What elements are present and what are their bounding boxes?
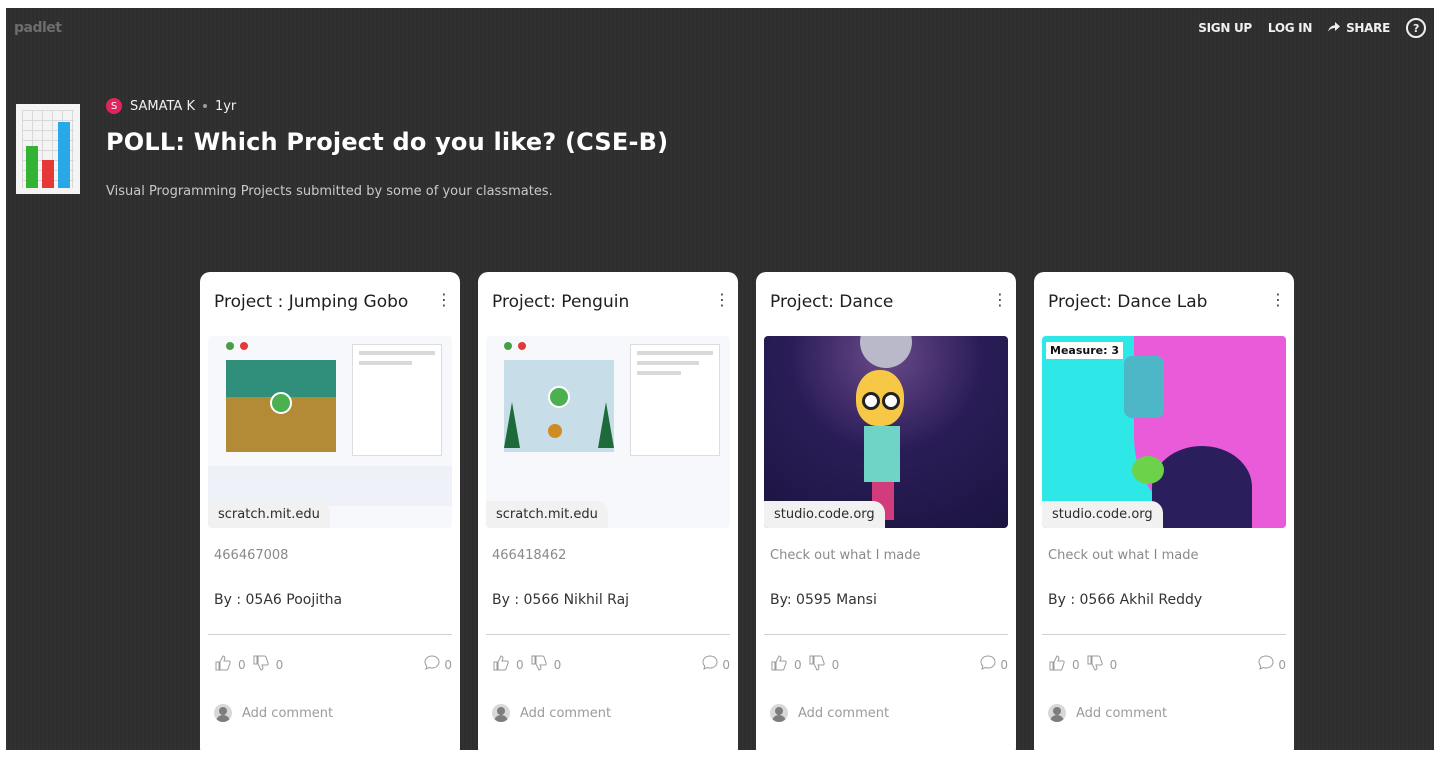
card-author: By: 0595 Mansi bbox=[770, 592, 877, 608]
kebab-icon[interactable]: ⋮ bbox=[436, 290, 452, 309]
comment-icon bbox=[701, 654, 719, 675]
avatar-icon bbox=[1048, 704, 1066, 722]
card-description: Check out what I made bbox=[770, 548, 921, 563]
page-subtitle: Visual Programming Projects submitted by… bbox=[106, 184, 553, 199]
help-icon[interactable]: ? bbox=[1406, 18, 1426, 38]
divider bbox=[486, 634, 730, 635]
reactions: 0 0 bbox=[492, 654, 561, 675]
card-description: 466467008 bbox=[214, 548, 289, 563]
card-title: Project: Dance bbox=[770, 292, 894, 312]
thumbs-up-icon[interactable] bbox=[1048, 654, 1066, 675]
dislikes-count: 0 bbox=[831, 657, 840, 672]
thumbs-up-icon[interactable] bbox=[214, 654, 232, 675]
link-preview[interactable]: studio.code.org bbox=[764, 336, 1008, 528]
link-domain: scratch.mit.edu bbox=[208, 501, 330, 528]
avatar-icon bbox=[492, 704, 510, 722]
avatar-icon bbox=[214, 704, 232, 722]
link-domain: scratch.mit.edu bbox=[486, 501, 608, 528]
link-domain: studio.code.org bbox=[764, 501, 885, 528]
add-comment-label: Add comment bbox=[798, 705, 890, 721]
card-title: Project: Penguin bbox=[492, 292, 630, 312]
post-card[interactable]: Project: Dance ⋮ studio.code.org Check o… bbox=[756, 272, 1016, 750]
page-title: POLL: Which Project do you like? (CSE-B) bbox=[106, 128, 669, 156]
comments-count: 0 bbox=[1278, 657, 1286, 672]
board-thumbnail bbox=[16, 104, 80, 194]
reactions: 0 0 bbox=[214, 654, 283, 675]
likes-count: 0 bbox=[238, 657, 246, 672]
comments-count: 0 bbox=[722, 657, 730, 672]
padlet-board: padlet SIGN UP LOG IN SHARE ? S SAMATA K… bbox=[6, 8, 1434, 750]
card-author: By : 0566 Nikhil Raj bbox=[492, 592, 630, 608]
thumbs-up-icon[interactable] bbox=[770, 654, 788, 675]
measure-label: Measure: 3 bbox=[1046, 342, 1123, 359]
share-label: SHARE bbox=[1346, 21, 1390, 35]
thumbs-down-icon[interactable] bbox=[252, 654, 270, 675]
post-card[interactable]: Project: Dance Lab ⋮ Measure: 3 studio.c… bbox=[1034, 272, 1294, 750]
avatar-icon bbox=[770, 704, 788, 722]
author-avatar: S bbox=[106, 98, 122, 114]
likes-count: 0 bbox=[516, 657, 524, 672]
comment-icon bbox=[1257, 654, 1275, 675]
add-comment-button[interactable]: Add comment bbox=[214, 704, 333, 722]
divider bbox=[208, 634, 452, 635]
add-comment-label: Add comment bbox=[242, 705, 334, 721]
add-comment-button[interactable]: Add comment bbox=[1048, 704, 1167, 722]
separator-dot bbox=[202, 104, 207, 108]
likes-count: 0 bbox=[794, 657, 802, 672]
card-author: By : 0566 Akhil Reddy bbox=[1048, 592, 1203, 608]
card-description: Check out what I made bbox=[1048, 548, 1199, 563]
likes-count: 0 bbox=[1072, 657, 1080, 672]
kebab-icon[interactable]: ⋮ bbox=[992, 290, 1008, 309]
thumbs-down-icon[interactable] bbox=[808, 654, 826, 675]
thumbs-up-icon[interactable] bbox=[492, 654, 510, 675]
comments-count: 0 bbox=[1000, 657, 1008, 672]
card-title: Project: Dance Lab bbox=[1048, 292, 1208, 312]
comments-count-wrap[interactable]: 0 bbox=[701, 654, 730, 675]
thumbs-down-icon[interactable] bbox=[1086, 654, 1104, 675]
top-bar: padlet SIGN UP LOG IN SHARE ? bbox=[6, 8, 1434, 48]
card-title: Project : Jumping Gobo bbox=[214, 292, 409, 312]
author-name[interactable]: SAMATA K bbox=[130, 99, 195, 114]
signup-link[interactable]: SIGN UP bbox=[1198, 21, 1252, 35]
reactions: 0 0 bbox=[1048, 654, 1117, 675]
link-preview[interactable]: Measure: 3 studio.code.org bbox=[1042, 336, 1286, 528]
card-description: 466418462 bbox=[492, 548, 567, 563]
divider bbox=[764, 634, 1008, 635]
post-age: 1yr bbox=[214, 98, 237, 114]
comment-icon bbox=[423, 654, 441, 675]
add-comment-label: Add comment bbox=[520, 705, 612, 721]
share-button[interactable]: SHARE bbox=[1328, 21, 1390, 35]
padlet-logo[interactable]: padlet bbox=[14, 20, 62, 36]
comments-count-wrap[interactable]: 0 bbox=[423, 654, 452, 675]
post-meta: S SAMATA K 1yr bbox=[106, 98, 236, 114]
card-author: By : 05A6 Poojitha bbox=[214, 592, 343, 608]
comments-count: 0 bbox=[444, 657, 452, 672]
comments-count-wrap[interactable]: 0 bbox=[979, 654, 1008, 675]
divider bbox=[1042, 634, 1286, 635]
thumbs-down-icon[interactable] bbox=[530, 654, 548, 675]
add-comment-button[interactable]: Add comment bbox=[492, 704, 611, 722]
top-actions: SIGN UP LOG IN SHARE ? bbox=[1198, 18, 1426, 38]
link-preview[interactable]: scratch.mit.edu bbox=[208, 336, 452, 528]
kebab-icon[interactable]: ⋮ bbox=[1270, 290, 1286, 309]
dislikes-count: 0 bbox=[275, 657, 284, 672]
link-domain: studio.code.org bbox=[1042, 501, 1163, 528]
dislikes-count: 0 bbox=[553, 657, 562, 672]
add-comment-button[interactable]: Add comment bbox=[770, 704, 889, 722]
login-link[interactable]: LOG IN bbox=[1268, 21, 1312, 35]
share-icon bbox=[1328, 21, 1341, 35]
post-card[interactable]: Project : Jumping Gobo ⋮ scratch.mit.edu… bbox=[200, 272, 460, 750]
post-card[interactable]: Project: Penguin ⋮ scratch.mit.edu 46641… bbox=[478, 272, 738, 750]
reactions: 0 0 bbox=[770, 654, 839, 675]
add-comment-label: Add comment bbox=[1076, 705, 1168, 721]
dislikes-count: 0 bbox=[1109, 657, 1118, 672]
comment-icon bbox=[979, 654, 997, 675]
link-preview[interactable]: scratch.mit.edu bbox=[486, 336, 730, 528]
comments-count-wrap[interactable]: 0 bbox=[1257, 654, 1286, 675]
kebab-icon[interactable]: ⋮ bbox=[714, 290, 730, 309]
